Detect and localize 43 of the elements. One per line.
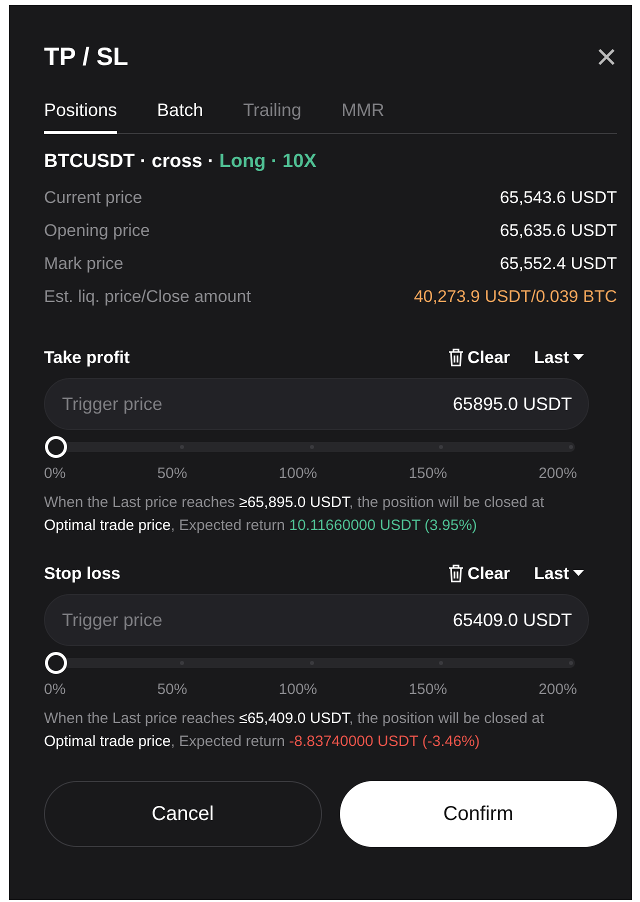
trigger-note: When the Last price reaches ≤65,409.0 USDT, the position will be closed at Optimal trade price, Expected return -8.83740000 USDT (-3.46%) (44, 708, 546, 752)
caret-icon (573, 354, 584, 360)
info-value: 65,635.6 USDT (500, 220, 617, 242)
slider-tick-label: 50% (157, 464, 188, 484)
trigger-note: When the Last price reaches ≥65,895.0 USDT, the position will be closed at Optimal trade price, Expected return 10.11660000 USDT (3.95%) (44, 492, 546, 536)
section-title: Stop loss (44, 562, 121, 584)
slider-tick-label: 150% (408, 464, 448, 484)
trigger-price-field[interactable]: Trigger price 65409.0 USDT (44, 594, 589, 646)
slider-tick-label: 100% (278, 464, 318, 484)
slider-tick-label: 0% (44, 464, 66, 484)
slider-tick-label: 150% (408, 680, 448, 700)
clear-button[interactable]: Clear (448, 344, 510, 370)
slider[interactable] (45, 436, 575, 458)
cancel-button[interactable]: Cancel (44, 780, 322, 846)
info-value: 65,543.6 USDT (500, 186, 617, 208)
slider-tick-label: 0% (44, 680, 66, 700)
clear-button[interactable]: Clear (448, 560, 510, 586)
position-heading: BTCUSDT · cross · Long · 10X (44, 150, 318, 174)
info-label: Opening price (44, 220, 150, 242)
confirm-button[interactable]: Confirm (340, 780, 617, 846)
slider-thumb[interactable] (45, 652, 67, 674)
tab[interactable]: Positions (44, 97, 118, 134)
trigger-price-field[interactable]: Trigger price 65895.0 USDT (44, 378, 589, 430)
slider-tick-label: 200% (538, 464, 577, 484)
info-label: Mark price (44, 252, 124, 274)
slider-thumb[interactable] (45, 436, 67, 458)
tab[interactable]: Batch (157, 97, 204, 134)
dialog-title: TP / SL (44, 44, 128, 70)
trash-icon (448, 564, 464, 583)
section-title: Take profit (44, 346, 130, 368)
slider[interactable] (45, 652, 575, 674)
info-value: 65,552.4 USDT (500, 252, 617, 274)
close-button[interactable]: × (596, 39, 617, 75)
slider-tick-label: 100% (278, 680, 318, 700)
info-value: 40,273.9 USDT/0.039 BTC (414, 286, 617, 308)
caret-icon (573, 570, 584, 576)
slider-tick-label: 50% (157, 680, 188, 700)
info-label: Est. liq. price/Close amount (44, 286, 251, 308)
price-type-dropdown[interactable]: Last (534, 560, 584, 586)
trash-icon (448, 348, 464, 367)
slider-tick-label: 200% (538, 680, 577, 700)
info-label: Current price (44, 186, 142, 208)
price-type-dropdown[interactable]: Last (534, 344, 584, 370)
